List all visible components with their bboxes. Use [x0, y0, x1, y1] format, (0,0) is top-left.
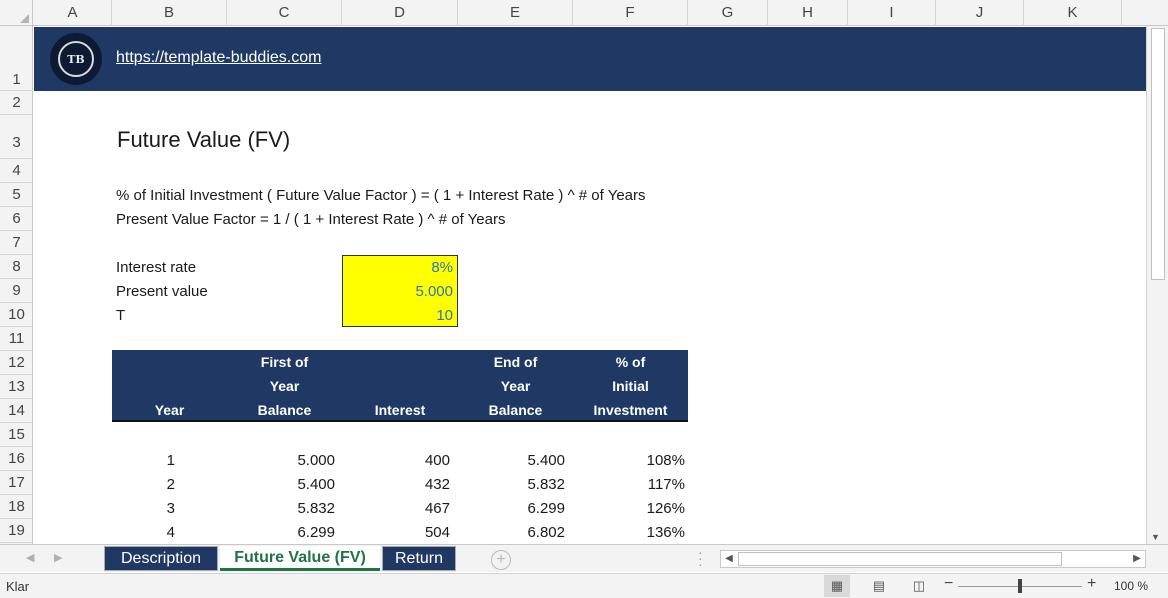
column-header-e[interactable]: E [458, 0, 573, 26]
row4-interest: 504 [424, 524, 450, 541]
page-break-preview-icon[interactable]: ◫ [906, 575, 932, 597]
row-header-bar: 1 2 3 4 5 6 7 8 9 10 11 12 13 14 15 16 1… [0, 26, 33, 544]
row-header-11[interactable]: 11 [0, 327, 32, 351]
header-percent-of-initial-investment: % of Initial Investment [593, 354, 668, 418]
row-header-18[interactable]: 18 [0, 495, 32, 519]
label-interest-rate: Interest rate [116, 259, 197, 276]
vertical-scroll-thumb[interactable] [1151, 28, 1165, 280]
page-title: Future Value (FV) [117, 127, 291, 152]
scroll-down-arrow-icon[interactable]: ▼ [1151, 532, 1160, 542]
row-header-16[interactable]: 16 [0, 447, 32, 471]
header-interest: Interest [374, 402, 426, 418]
scroll-left-arrow-icon[interactable]: ◀ [721, 551, 737, 567]
row-header-13[interactable]: 13 [0, 375, 32, 399]
row2-first-balance: 5.400 [297, 476, 335, 493]
formula-future-value-factor: % of Initial Investment ( Future Value F… [116, 187, 646, 204]
input-interest-rate[interactable]: 8% [343, 256, 457, 280]
column-header-d[interactable]: D [342, 0, 458, 26]
column-header-b[interactable]: B [112, 0, 227, 26]
status-bar: Klar ▦ ▤ ◫ − + 100 % [0, 573, 1168, 598]
row4-year: 4 [166, 524, 175, 541]
zoom-slider-thumb[interactable] [1018, 579, 1022, 593]
header-end-of-year-balance: End of Year Balance [488, 354, 543, 418]
input-present-value[interactable]: 5.000 [343, 280, 457, 304]
row3-percent: 126% [646, 500, 685, 517]
row-header-7[interactable]: 7 [0, 231, 32, 255]
row4-first-balance: 6.299 [297, 524, 335, 541]
prev-sheet-arrow-icon[interactable]: ◀ [26, 551, 34, 564]
next-sheet-arrow-icon[interactable]: ▶ [54, 551, 62, 564]
table-header: Year First of Year Balance Interest End … [112, 350, 688, 422]
page-layout-view-icon[interactable]: ▤ [866, 575, 892, 597]
template-buddies-logo: TB [50, 33, 102, 85]
tab-future-value[interactable]: Future Value (FV) [220, 546, 380, 571]
label-t: T [116, 307, 126, 324]
column-header-h[interactable]: H [768, 0, 848, 26]
horizontal-scroll-thumb[interactable] [738, 552, 1062, 566]
column-header-bar: A B C D E F G H I J K [0, 0, 1168, 26]
tab-description[interactable]: Description [104, 546, 218, 571]
row3-year: 3 [166, 500, 175, 517]
row-header-2[interactable]: 2 [0, 91, 32, 115]
zoom-out-icon[interactable]: − [944, 575, 953, 593]
row-header-4[interactable]: 4 [0, 159, 32, 183]
input-t[interactable]: 10 [343, 304, 457, 328]
row1-end-balance: 5.400 [527, 452, 565, 469]
row-header-15[interactable]: 15 [0, 423, 32, 447]
splitter-dots-icon[interactable]: · · · [698, 545, 703, 571]
header-first-of-year-balance: First of Year Balance [257, 354, 312, 418]
logo-badge: TB [58, 41, 94, 77]
row-header-3[interactable]: 3 [0, 115, 32, 159]
status-text: Klar [6, 579, 30, 594]
add-sheet-plus-icon[interactable]: + [491, 550, 511, 570]
input-range: 8% 5.000 10 [342, 255, 458, 327]
column-header-f[interactable]: F [573, 0, 688, 26]
row1-interest: 400 [424, 452, 450, 469]
row2-interest: 432 [424, 476, 450, 493]
column-header-c[interactable]: C [227, 0, 342, 26]
sheet-tab-bar: ◀ ▶ Description Future Value (FV) Return… [0, 544, 1168, 572]
zoom-level[interactable]: 100 % [1114, 579, 1148, 593]
row1-percent: 108% [646, 452, 685, 469]
scroll-right-arrow-icon[interactable]: ▶ [1129, 551, 1145, 567]
website-link[interactable]: https://template-buddies.com [116, 49, 321, 67]
tab-return[interactable]: Return [382, 546, 456, 571]
row3-interest: 467 [424, 500, 450, 517]
column-header-j[interactable]: J [936, 0, 1024, 26]
row2-year: 2 [166, 476, 175, 493]
row4-percent: 136% [646, 524, 685, 541]
row2-percent: 117% [647, 476, 685, 493]
row-header-8[interactable]: 8 [0, 255, 32, 279]
row-header-14[interactable]: 14 [0, 399, 32, 423]
column-header-i[interactable]: I [848, 0, 936, 26]
row-header-6[interactable]: 6 [0, 207, 32, 231]
column-header-a[interactable]: A [34, 0, 112, 26]
row-header-19[interactable]: 19 [0, 519, 32, 543]
row4-end-balance: 6.802 [527, 524, 565, 541]
formula-present-value-factor: Present Value Factor = 1 / ( 1 + Interes… [116, 211, 506, 228]
header-banner: TB https://template-buddies.com [34, 27, 1146, 91]
row-header-9[interactable]: 9 [0, 279, 32, 303]
column-header-k[interactable]: K [1024, 0, 1122, 26]
row1-first-balance: 5.000 [297, 452, 335, 469]
normal-view-icon[interactable]: ▦ [824, 575, 850, 597]
row-header-5[interactable]: 5 [0, 183, 32, 207]
row-header-12[interactable]: 12 [0, 351, 32, 375]
label-present-value: Present value [116, 283, 208, 300]
row3-first-balance: 5.832 [297, 500, 335, 517]
row-header-10[interactable]: 10 [0, 303, 32, 327]
row-header-1[interactable]: 1 [0, 26, 32, 91]
zoom-in-icon[interactable]: + [1087, 575, 1096, 593]
row3-end-balance: 6.299 [527, 500, 565, 517]
row-header-17[interactable]: 17 [0, 471, 32, 495]
row2-end-balance: 5.832 [527, 476, 565, 493]
select-all-corner[interactable] [0, 0, 33, 26]
horizontal-scrollbar[interactable]: ◀ ▶ [720, 550, 1146, 568]
header-year: Year [154, 402, 185, 418]
vertical-scrollbar[interactable]: ▼ [1146, 26, 1168, 544]
row1-year: 1 [166, 452, 175, 469]
column-header-g[interactable]: G [688, 0, 768, 26]
